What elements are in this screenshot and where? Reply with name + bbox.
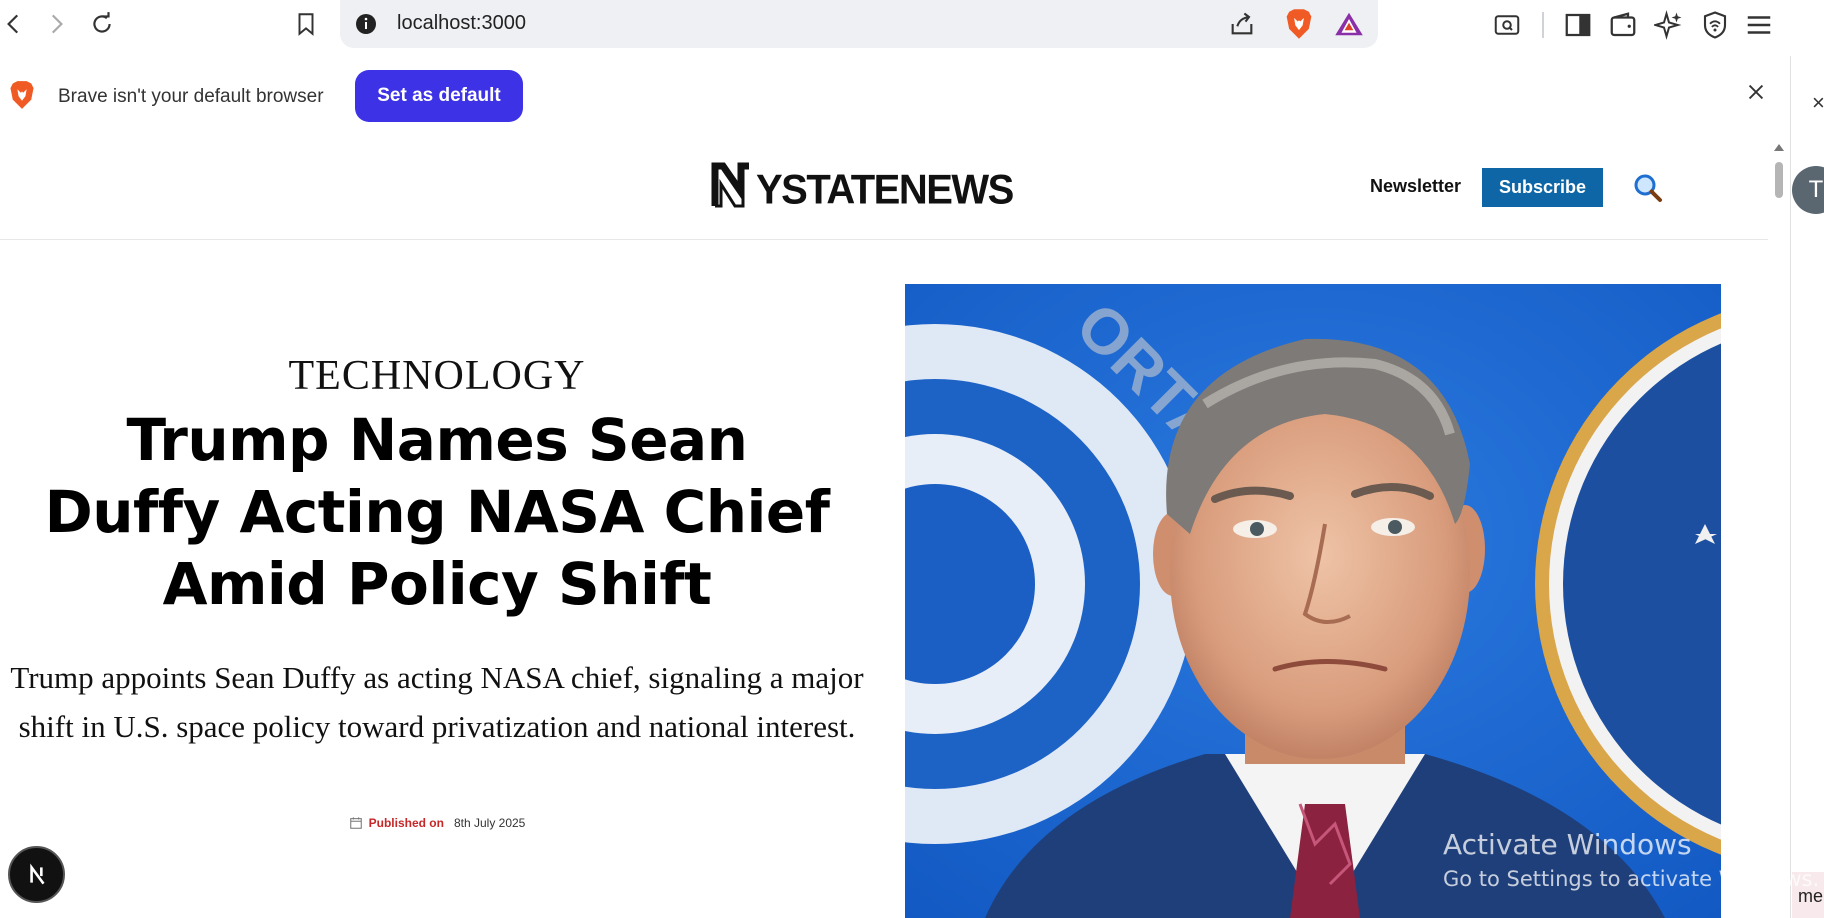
article-hero-image[interactable]: ORTATION <box>905 284 1721 918</box>
scrollbar-thumb[interactable] <box>1775 162 1783 198</box>
side-panel-close-icon[interactable]: × <box>1812 90 1824 116</box>
infobar-close-button[interactable] <box>1740 76 1772 108</box>
published-date: 8th July 2025 <box>453 816 526 830</box>
logo-text: YSTATENEWS <box>756 166 1014 214</box>
vpn-icon[interactable] <box>1700 10 1730 40</box>
forward-button[interactable] <box>38 6 74 42</box>
wallet-icon[interactable] <box>1608 10 1638 40</box>
page-scrollbar[interactable] <box>1768 136 1790 918</box>
site-logo[interactable]: YSTATENEWS <box>711 160 1014 214</box>
scroll-up-arrow-icon[interactable] <box>1773 142 1785 152</box>
nextjs-dev-indicator[interactable] <box>8 846 65 903</box>
default-browser-infobar: Brave isn't your default browser Set as … <box>0 56 1790 136</box>
reload-icon <box>93 12 111 33</box>
close-icon <box>1748 84 1764 100</box>
browser-toolbar: localhost:3000 <box>0 0 1824 56</box>
toolbar-divider <box>1542 12 1544 38</box>
article-headline[interactable]: Trump Names Sean Duffy Acting NASA Chief… <box>40 404 834 620</box>
sidebar-icon[interactable] <box>1563 10 1593 40</box>
leo-ai-icon[interactable] <box>1654 10 1684 40</box>
reader-mode-icon[interactable] <box>1492 10 1522 40</box>
share-icon[interactable] <box>1228 10 1256 38</box>
set-as-default-button[interactable]: Set as default <box>355 70 523 122</box>
site-info-icon[interactable] <box>354 12 378 36</box>
nextjs-n-icon <box>29 862 45 884</box>
back-icon <box>7 14 19 34</box>
address-bar[interactable]: localhost:3000 <box>340 0 1378 48</box>
hero-article-text: TECHNOLOGY Trump Names Sean Duffy Acting… <box>0 240 874 918</box>
logo-n-mark <box>711 162 749 208</box>
bookmark-icon <box>298 13 314 36</box>
article-summary: Trump appoints Sean Duffy as acting NASA… <box>10 660 864 744</box>
page-viewport: YSTATENEWS Newsletter Subscribe TECHNOLO… <box>0 136 1768 918</box>
published-label: Published on <box>368 816 444 830</box>
menu-icon[interactable] <box>1744 10 1774 40</box>
publish-info: Published on 8th July 2025 <box>0 816 874 830</box>
side-panel-edge-text: me <box>1792 872 1824 918</box>
calendar-icon <box>349 817 362 829</box>
reload-button[interactable] <box>84 6 120 42</box>
brave-rewards-icon[interactable] <box>1334 10 1364 38</box>
portrait-photo: ORTATION <box>905 284 1721 918</box>
subscribe-button[interactable]: Subscribe <box>1482 168 1603 207</box>
url-text[interactable]: localhost:3000 <box>397 12 526 35</box>
newsletter-link[interactable]: Newsletter <box>1370 176 1461 197</box>
brave-logo-icon <box>10 81 34 109</box>
site-header: YSTATENEWS Newsletter Subscribe <box>0 136 1768 240</box>
brave-shields-icon[interactable] <box>1284 8 1314 40</box>
back-button[interactable] <box>0 6 32 42</box>
bookmark-button[interactable] <box>288 6 324 42</box>
infobar-message: Brave isn't your default browser <box>58 86 324 107</box>
article-category[interactable]: TECHNOLOGY <box>0 352 874 400</box>
forward-icon <box>51 14 63 34</box>
search-icon[interactable] <box>1632 172 1664 204</box>
